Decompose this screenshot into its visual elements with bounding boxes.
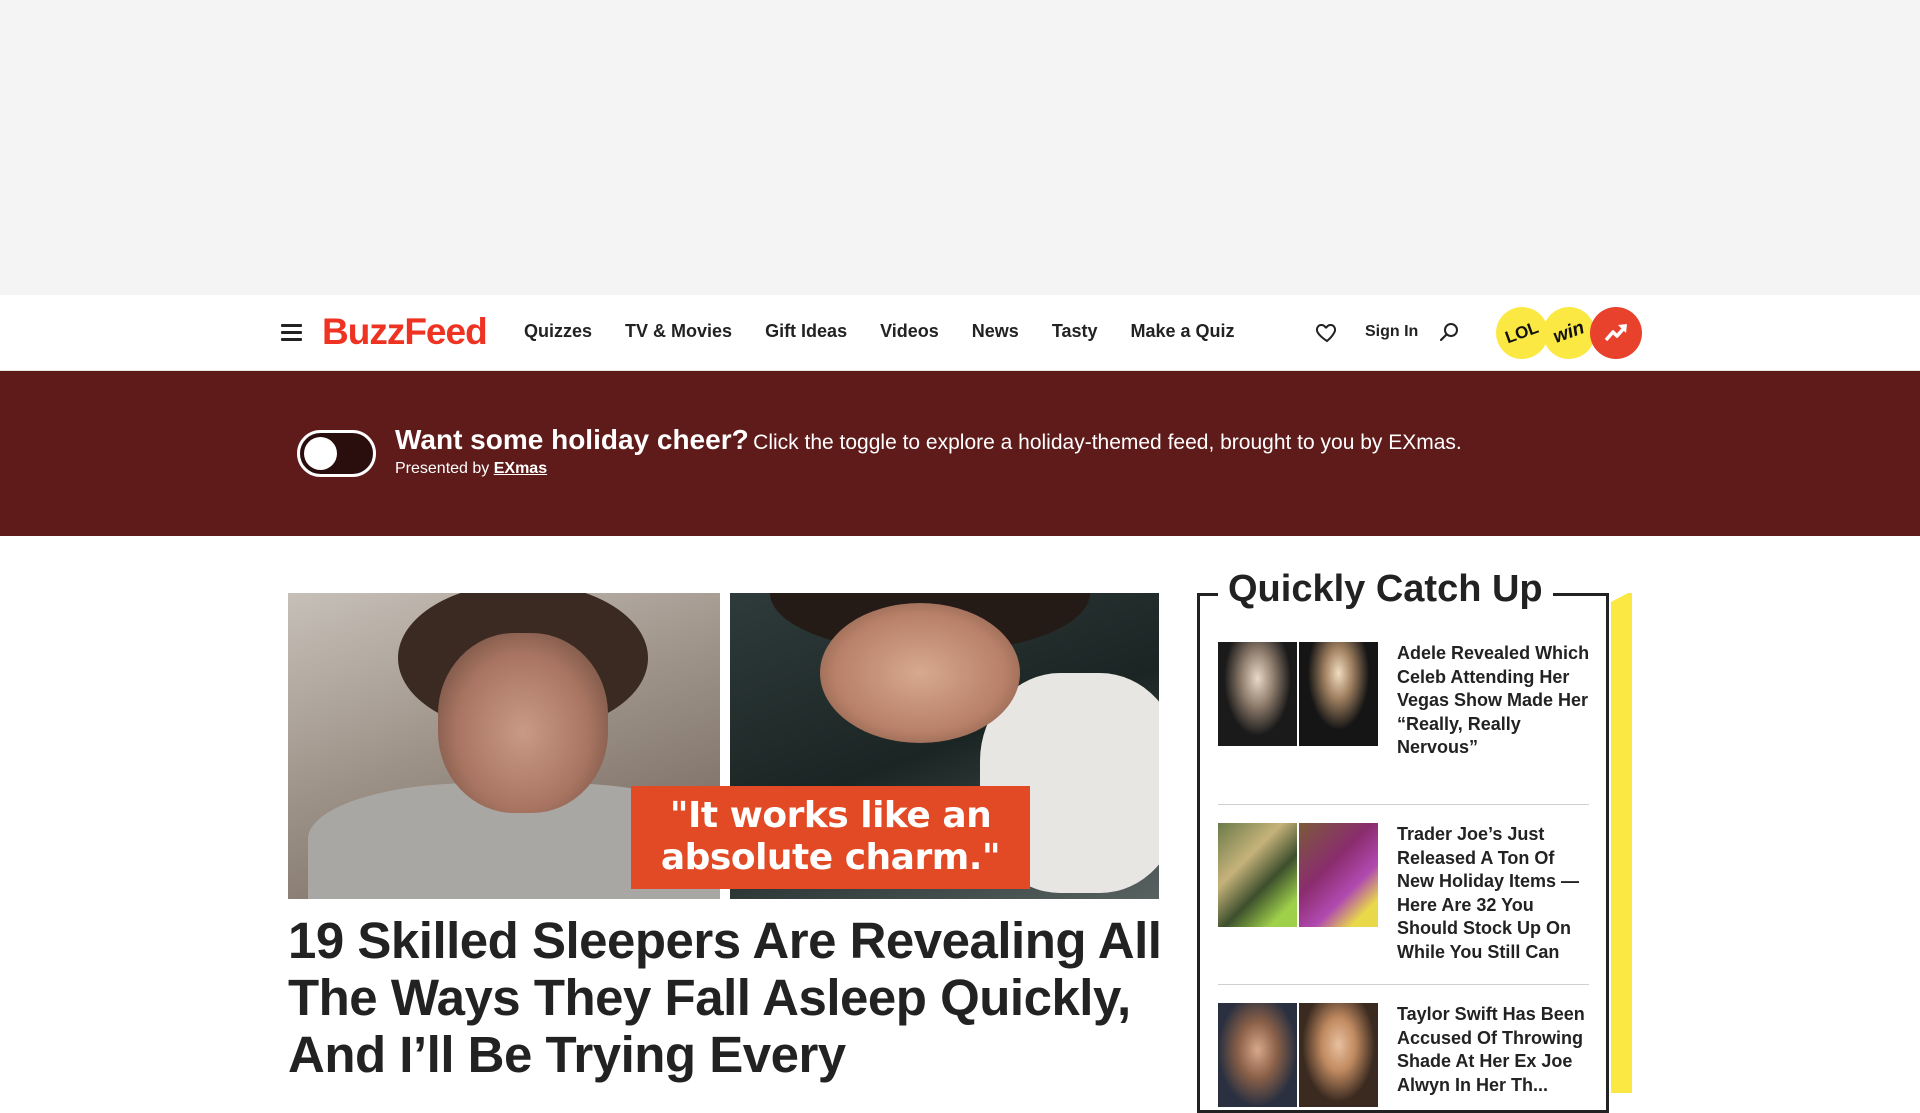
- catchup-thumbnail: [1218, 1003, 1378, 1107]
- catchup-item-title: Taylor Swift Has Been Accused Of Throwin…: [1397, 1004, 1585, 1095]
- holiday-feed-toggle[interactable]: [297, 430, 376, 477]
- nav-link-gift-ideas[interactable]: Gift Ideas: [765, 321, 847, 342]
- top-navbar: BuzzFeed Quizzes TV & Movies Gift Ideas …: [0, 295, 1920, 371]
- holiday-promo-banner: Want some holiday cheer? Click the toggl…: [0, 371, 1920, 536]
- promo-presented-by: Presented by EXmas: [395, 460, 547, 478]
- nav-link-news[interactable]: News: [972, 321, 1019, 342]
- catchup-item-title: Adele Revealed Which Celeb Attending Her…: [1397, 643, 1590, 757]
- caption-line-2: absolute charm.": [660, 837, 1001, 878]
- caption-line-1: "It works like an: [669, 795, 992, 836]
- toggle-knob: [304, 437, 337, 470]
- catchup-divider: [1218, 804, 1589, 805]
- hero-headline[interactable]: 19 Skilled Sleepers Are Revealing All Th…: [288, 912, 1168, 1083]
- hero-image-caption: "It works like an absolute charm.": [631, 786, 1030, 889]
- nav-link-tv-movies[interactable]: TV & Movies: [625, 321, 732, 342]
- catchup-title: Quickly Catch Up: [1218, 568, 1553, 611]
- trending-badge[interactable]: [1590, 307, 1642, 359]
- buzzfeed-logo[interactable]: BuzzFeed: [322, 311, 488, 353]
- catchup-accent: [1609, 591, 1632, 1093]
- nav-link-videos[interactable]: Videos: [880, 321, 939, 342]
- nav-link-quizzes[interactable]: Quizzes: [524, 321, 592, 342]
- presented-by-label: Presented by: [395, 460, 490, 477]
- trending-arrow-icon: [1604, 324, 1627, 342]
- catchup-thumbnail: [1218, 823, 1378, 927]
- catchup-thumbnail: [1218, 642, 1378, 746]
- main-nav: Quizzes TV & Movies Gift Ideas Videos Ne…: [524, 321, 1268, 342]
- promo-description: Click the toggle to explore a holiday-th…: [753, 431, 1462, 454]
- sponsor-link[interactable]: EXmas: [494, 460, 547, 477]
- catchup-divider: [1218, 984, 1589, 985]
- hamburger-menu-icon[interactable]: [281, 324, 302, 341]
- promo-headline: Want some holiday cheer? Click the toggl…: [395, 424, 1462, 456]
- sign-in-link[interactable]: Sign In: [1365, 323, 1418, 341]
- nav-link-make-a-quiz[interactable]: Make a Quiz: [1131, 321, 1235, 342]
- promo-headline-strong: Want some holiday cheer?: [395, 424, 749, 455]
- search-icon[interactable]: [1438, 321, 1460, 343]
- ad-slot: [0, 0, 1920, 295]
- hero-article-image[interactable]: "It works like an absolute charm.": [288, 593, 1159, 899]
- catchup-item-title: Trader Joe’s Just Released A Ton Of New …: [1397, 824, 1580, 962]
- heart-icon[interactable]: [1315, 320, 1339, 344]
- nav-link-tasty[interactable]: Tasty: [1052, 321, 1098, 342]
